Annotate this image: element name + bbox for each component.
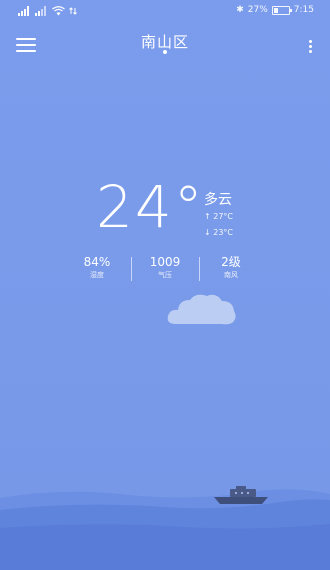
status-left (18, 6, 81, 16)
stat-humidity: 84% 湿度 (72, 254, 122, 281)
pressure-label: 气压 (158, 271, 172, 279)
more-options-button[interactable] (308, 40, 314, 56)
battery-percent: 27% (247, 5, 268, 15)
weather-condition: 多云 (204, 192, 232, 208)
pressure-value: 1009 (149, 255, 181, 269)
cloud-icon (167, 294, 236, 325)
boat-icon (214, 486, 268, 504)
more-dots-icon (309, 40, 312, 43)
ocean-waves (0, 489, 330, 570)
data-transfer-icon (69, 7, 77, 15)
humidity-label: 湿度 (90, 271, 104, 279)
wifi-icon (52, 6, 65, 16)
low-temperature: ↓ 23°C (204, 228, 234, 237)
humidity-value: 84% (83, 255, 111, 269)
signal-icon-secondary (35, 6, 46, 16)
status-time: 7:15 (293, 5, 314, 15)
status-right: ✱ 27% 7:15 (236, 5, 314, 15)
stat-wind: 2级 南风 (206, 254, 256, 281)
battery-icon (271, 5, 292, 15)
wind-value: 2级 (221, 255, 241, 269)
current-temperature: 24° (96, 173, 205, 241)
page-indicator-dot (163, 50, 167, 54)
stat-divider (199, 257, 200, 281)
weather-screen: ✱ 27% 7:15 南山区 24° 多云 ↑ 27°C ↓ 23°C 84% … (0, 0, 330, 570)
high-temperature: ↑ 27°C (204, 212, 234, 221)
wind-label: 南风 (224, 271, 238, 279)
stat-pressure: 1009 气压 (140, 254, 190, 281)
stat-divider (131, 257, 132, 281)
signal-icon (18, 6, 29, 16)
city-title[interactable]: 南山区 (0, 31, 330, 52)
weather-stats: 84% 湿度 1009 气压 2级 南风 (72, 254, 260, 284)
status-bar: ✱ 27% 7:15 (0, 0, 330, 24)
bluetooth-icon: ✱ (236, 5, 244, 15)
